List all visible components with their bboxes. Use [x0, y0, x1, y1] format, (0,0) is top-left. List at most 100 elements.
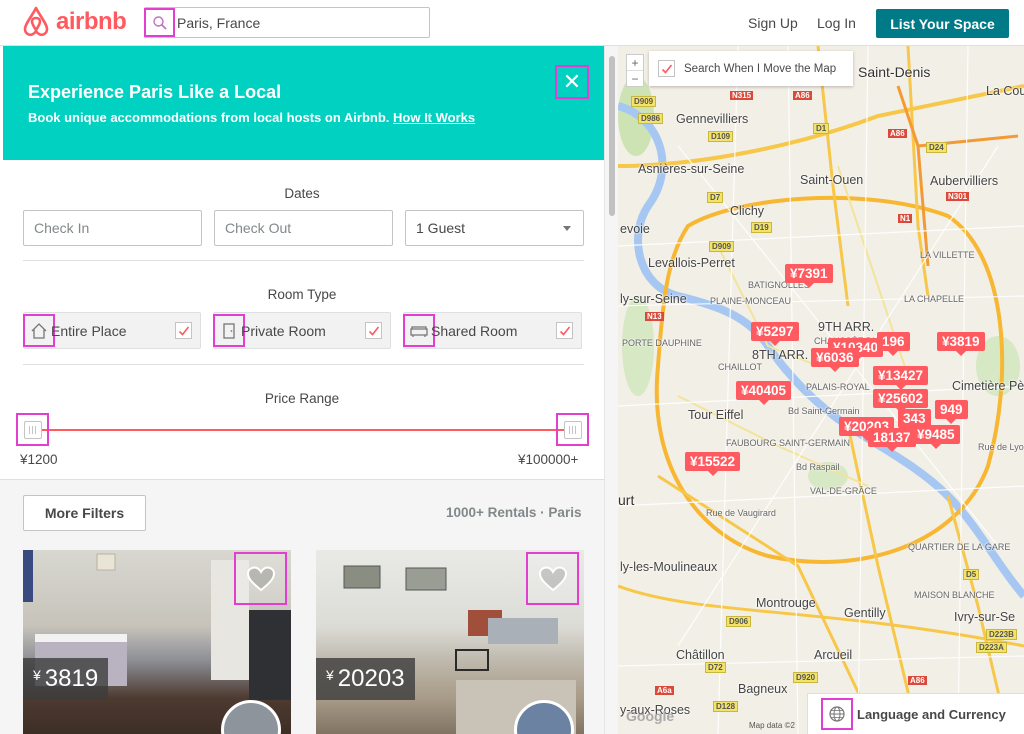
road-label: D909: [709, 241, 735, 252]
map-place-label: Arcueil: [814, 648, 853, 662]
price-value: 3819: [44, 665, 99, 692]
map-place-label: Ivry-sur-Se: [954, 610, 1016, 624]
road-label: D906: [726, 616, 752, 627]
heart-icon[interactable]: [234, 552, 287, 605]
road-label: A6a: [655, 686, 674, 695]
map-place-label: Saint-Ouen: [800, 173, 864, 187]
slider-grip-icon: [23, 420, 42, 439]
map-price-pin[interactable]: 949: [935, 400, 968, 424]
map-place-label: Montrouge: [756, 596, 816, 610]
entire-place-checkbox[interactable]: [175, 322, 192, 339]
map-place-label: Asnières-sur-Seine: [638, 162, 745, 176]
search-icon[interactable]: [144, 8, 175, 37]
road-label: N301: [946, 192, 970, 201]
guests-select-value: 1 Guest: [416, 220, 466, 236]
log-in-link[interactable]: Log In: [817, 15, 856, 31]
airbnb-logo[interactable]: airbnb: [22, 6, 127, 38]
globe-icon: [821, 698, 853, 730]
room-type-private-room[interactable]: Private Room: [213, 312, 391, 349]
map-place-label: Tour Eiffel: [688, 408, 744, 422]
result-count: 1000+ Rentals · Paris: [446, 505, 582, 520]
price-min-handle[interactable]: [16, 413, 49, 446]
map-place-label: Saint-Denis: [858, 64, 931, 80]
list-your-space-button[interactable]: List Your Space: [876, 9, 1009, 38]
logo-text: airbnb: [56, 8, 127, 35]
map-place-label: LA CHAPELLE: [904, 294, 965, 304]
map-place-label: Rue de Lyon: [978, 442, 1024, 452]
map-attribution[interactable]: Map data ©2: [749, 721, 795, 730]
results-scrollbar[interactable]: [604, 46, 618, 734]
guests-select[interactable]: 1 Guest: [405, 210, 584, 246]
search-when-move-label: Search When I Move the Map: [684, 62, 837, 75]
listing-card[interactable]: ¥ 3819: [23, 550, 291, 734]
map-place-label: Châtillon: [676, 648, 725, 662]
sign-up-link[interactable]: Sign Up: [748, 15, 798, 31]
check-out-field[interactable]: Check Out: [214, 210, 393, 246]
map-price-pin[interactable]: 18137: [868, 428, 916, 452]
map-price-pin[interactable]: 196: [877, 332, 910, 356]
map-place-label: La Cou: [986, 84, 1024, 98]
location-search-input[interactable]: [177, 14, 417, 31]
price-range-title: Price Range: [264, 391, 340, 406]
map-price-pin[interactable]: ¥25602: [873, 389, 929, 413]
divider: [23, 364, 584, 365]
search-when-move-toggle[interactable]: Search When I Move the Map: [649, 51, 853, 86]
map-place-label: MAISON BLANCHE: [914, 590, 995, 600]
road-label: D24: [926, 142, 947, 153]
room-type-label: Private Room: [241, 322, 326, 339]
chevron-down-icon: [563, 226, 571, 231]
search-when-move-checkbox[interactable]: [658, 60, 675, 77]
room-type-label: Shared Room: [431, 322, 518, 339]
listing-price: ¥ 20203: [316, 658, 415, 700]
road-label: D7: [707, 192, 724, 203]
road-label: N13: [645, 312, 664, 321]
map-price-pin[interactable]: ¥7391: [785, 264, 833, 288]
shared-room-checkbox[interactable]: [556, 322, 573, 339]
location-search[interactable]: [144, 7, 430, 38]
map[interactable]: + − Search When I Move the Map N315 A86 …: [618, 46, 1024, 734]
map-place-label: Levallois-Perret: [648, 256, 735, 270]
room-type-entire-place[interactable]: Entire Place: [23, 312, 201, 349]
check-in-field[interactable]: Check In: [23, 210, 202, 246]
map-price-pin[interactable]: ¥5297: [751, 322, 799, 346]
map-place-label: PORTE DAUPHINE: [622, 338, 702, 348]
promo-banner: Experience Paris Like a Local Book uniqu…: [3, 46, 604, 160]
room-type-shared-room[interactable]: Shared Room: [403, 312, 582, 349]
price-max-handle[interactable]: [556, 413, 589, 446]
heart-icon[interactable]: [526, 552, 579, 605]
road-label: D128: [713, 701, 739, 712]
road-label: A86: [888, 129, 907, 138]
more-filters-button[interactable]: More Filters: [23, 495, 146, 531]
search-results-panel: Experience Paris Like a Local Book uniqu…: [0, 46, 618, 734]
map-price-pin[interactable]: ¥15522: [685, 452, 741, 476]
map-price-pin[interactable]: ¥3819: [937, 332, 985, 356]
map-price-pin[interactable]: ¥13427: [873, 366, 929, 390]
road-label: D5: [963, 569, 980, 580]
currency-symbol: ¥: [326, 667, 334, 683]
private-room-checkbox[interactable]: [365, 322, 382, 339]
promo-subtitle: Book unique accommodations from local ho…: [28, 110, 475, 125]
road-label: D1: [813, 123, 830, 134]
map-place-label: Rue de Vaugirard: [706, 508, 776, 518]
listing-card[interactable]: ¥ 20203: [316, 550, 584, 734]
how-it-works-link[interactable]: How It Works: [393, 110, 475, 125]
price-min-label: ¥1200: [20, 452, 58, 467]
road-label: A86: [908, 676, 927, 685]
slider-grip-icon: [563, 420, 582, 439]
map-place-label: PALAIS-ROYAL: [806, 382, 870, 392]
scrollbar-thumb[interactable]: [609, 56, 615, 216]
map-price-pin[interactable]: ¥9485: [912, 425, 960, 449]
zoom-out-button[interactable]: −: [627, 71, 643, 87]
map-place-label: FAUBOURG SAINT-GERMAIN: [726, 438, 851, 448]
close-icon[interactable]: ✕: [555, 65, 589, 99]
language-currency-button[interactable]: Language and Currency: [807, 693, 1024, 734]
promo-title: Experience Paris Like a Local: [28, 82, 282, 102]
map-price-pin[interactable]: ¥40405: [736, 381, 792, 405]
zoom-in-button[interactable]: +: [627, 55, 643, 71]
map-zoom-control: + −: [626, 54, 644, 87]
road-label: N315: [730, 91, 754, 100]
price-slider-track[interactable]: [32, 429, 572, 431]
map-price-pin[interactable]: ¥6036: [811, 348, 859, 372]
price-max-label: ¥100000+: [518, 452, 579, 467]
map-place-label: QUARTIER DE LA GARE: [908, 542, 1011, 552]
